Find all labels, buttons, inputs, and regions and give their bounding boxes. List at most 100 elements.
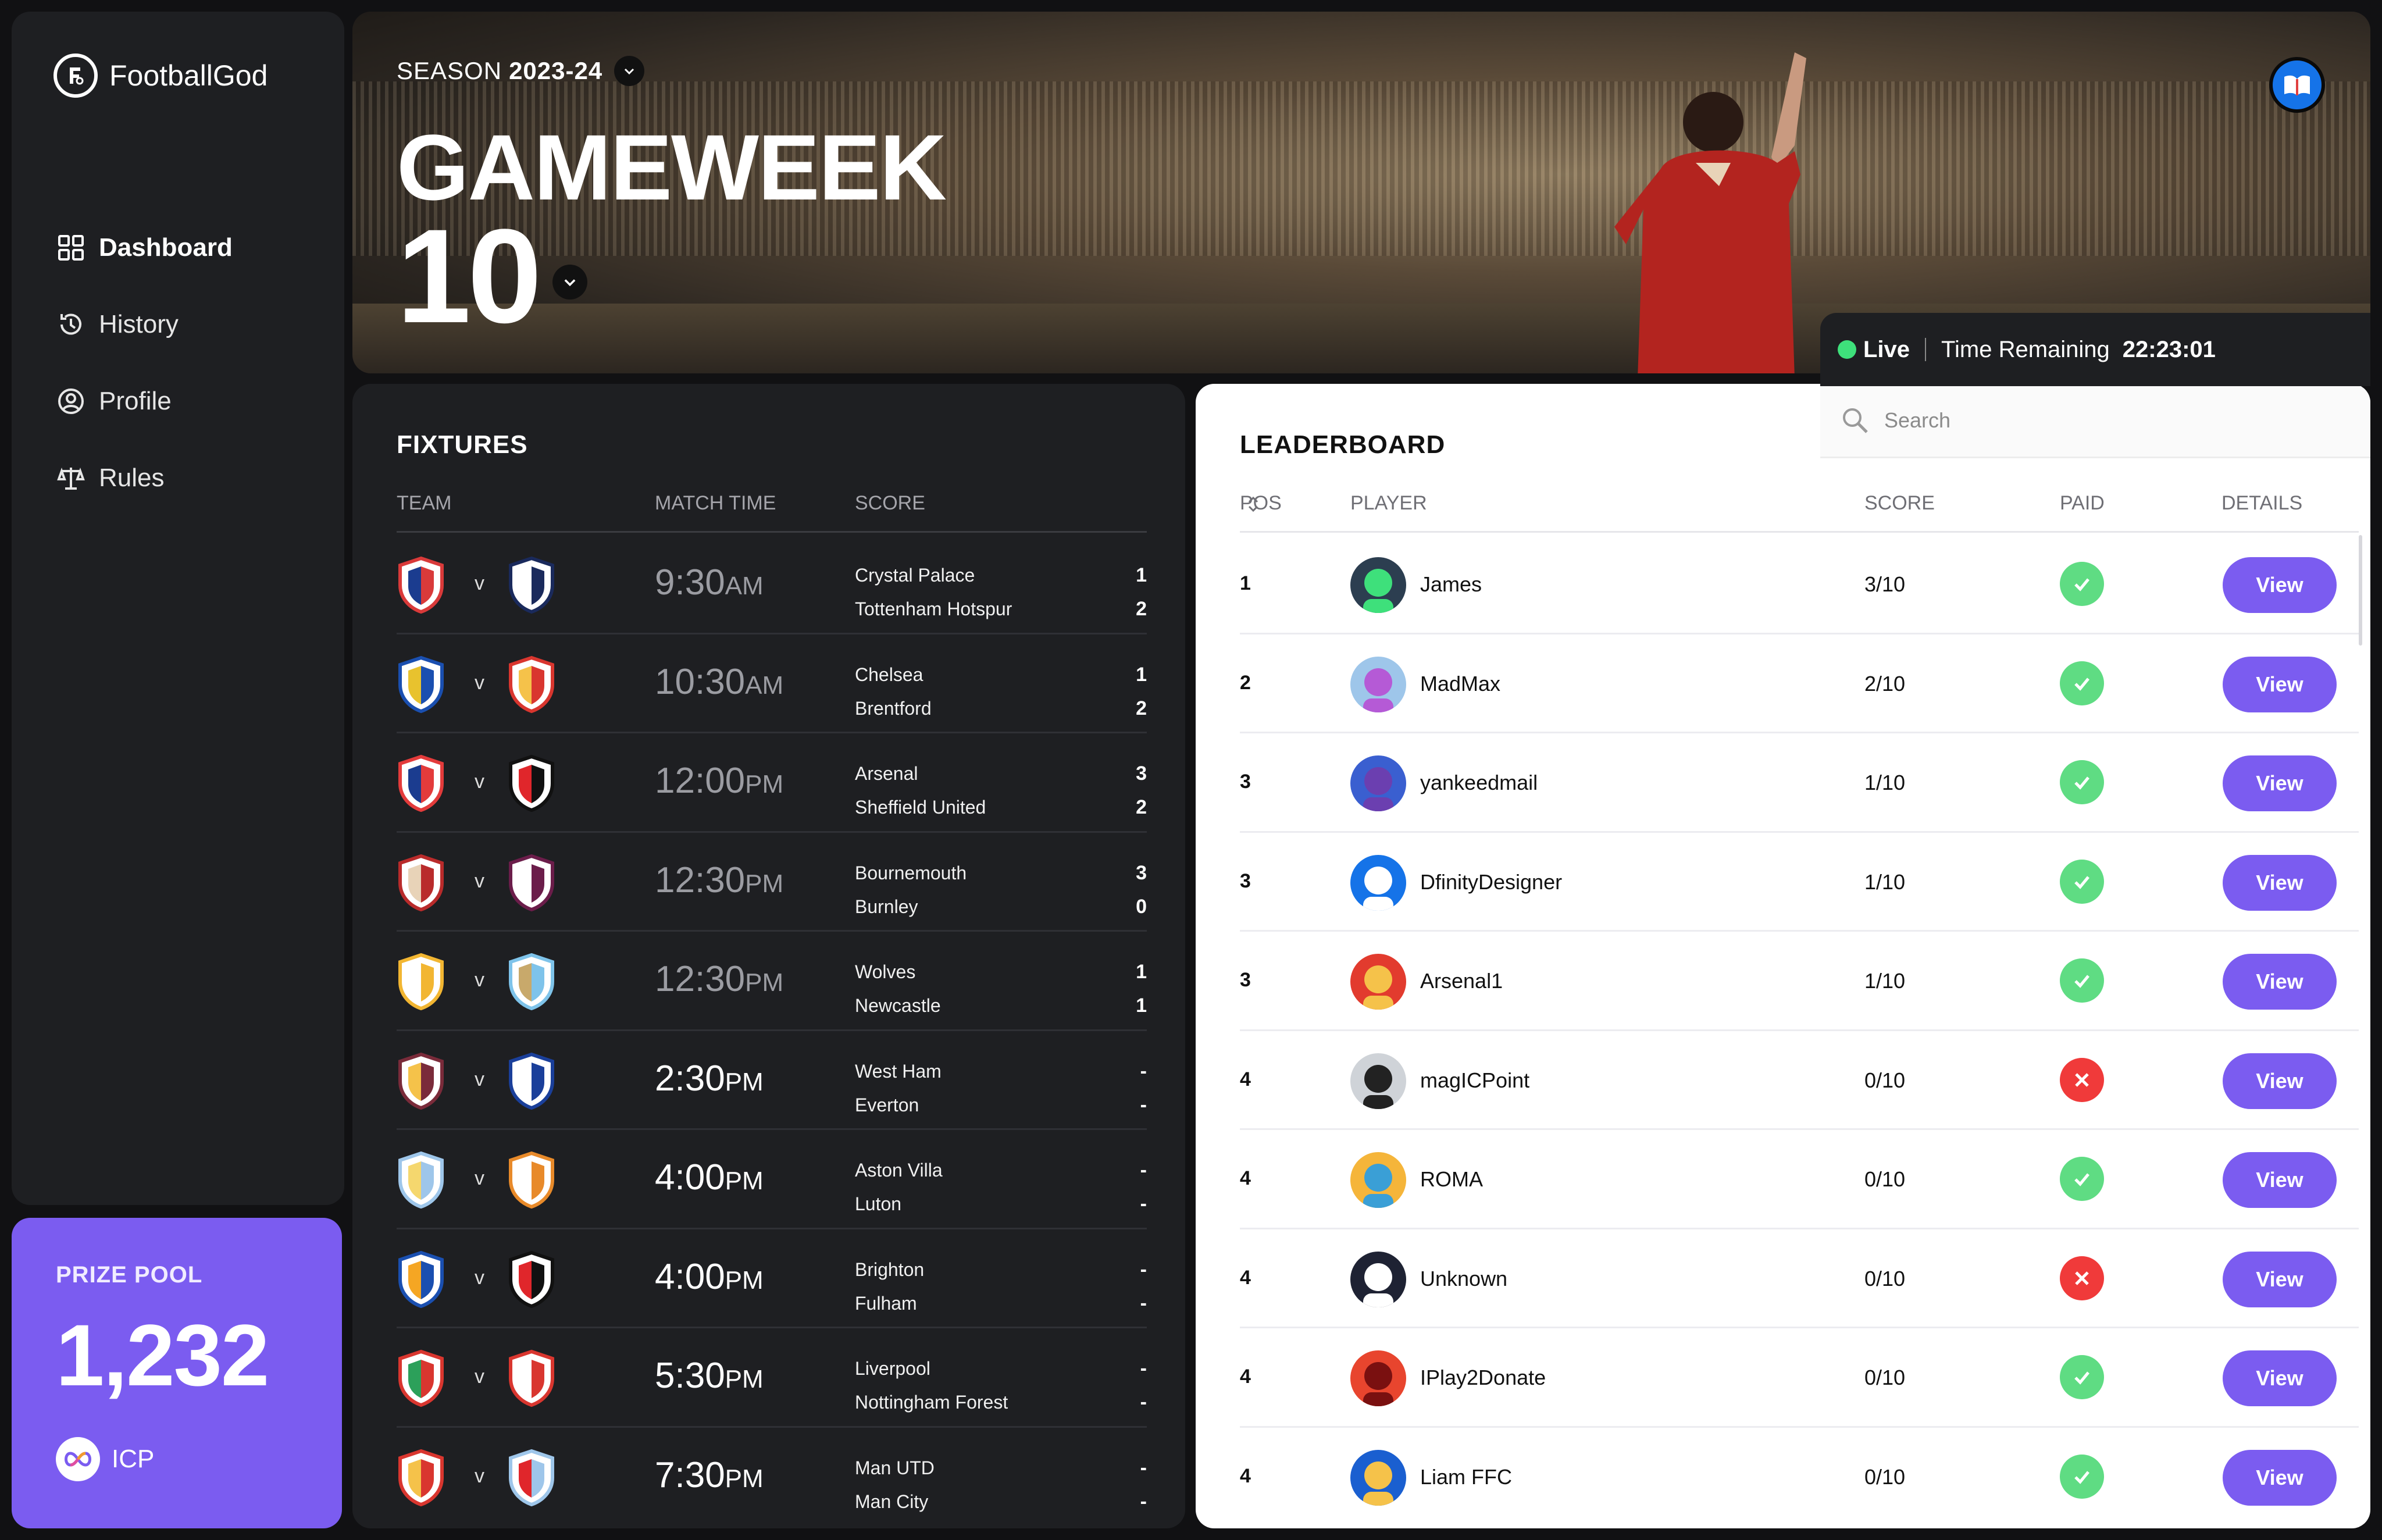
fixture-teams: Bournemouth Burnley: [855, 856, 967, 924]
dashboard-grid-icon: [56, 233, 86, 263]
sidebar-item-label: History: [99, 310, 179, 338]
player-avatar[interactable]: [1350, 1449, 1406, 1506]
search-bar[interactable]: Search: [1820, 384, 2370, 458]
match-time-ampm: PM: [725, 1265, 764, 1295]
player-score: 0/10: [1864, 1068, 1906, 1092]
leaderboard-row: 4 IPlay2Donate 0/10 View: [1240, 1328, 2359, 1428]
view-details-button[interactable]: View: [2223, 557, 2337, 613]
away-team-name: Everton: [855, 1094, 919, 1115]
versus-label: v: [475, 869, 484, 892]
sidebar-item-profile[interactable]: Profile: [56, 363, 233, 440]
player-avatar[interactable]: [1350, 1251, 1406, 1307]
match-time-value: 10:30: [655, 661, 746, 702]
match-time-value: 12:30: [655, 860, 746, 900]
season-selector[interactable]: SEASON 2023-24: [397, 56, 645, 86]
fixture-row[interactable]: v 4:00PM Aston Villa Luton - -: [397, 1130, 1147, 1229]
fixture-scores: --: [1140, 1054, 1147, 1122]
player-avatar[interactable]: [1350, 854, 1406, 911]
view-details-button[interactable]: View: [2223, 854, 2337, 911]
paid-check-icon: [2060, 1157, 2104, 1201]
away-score: -: [1140, 1193, 1147, 1215]
player-name[interactable]: Liam FFC: [1420, 1465, 1512, 1489]
prize-pool-card: PRIZE POOL 1,232 ICP: [12, 1218, 342, 1528]
player-avatar[interactable]: [1350, 755, 1406, 811]
sidebar: FootballGod Dashboard History Profile Ru…: [12, 12, 344, 1205]
player-name[interactable]: yankeedmail: [1420, 771, 1538, 795]
match-time-value: 5:30: [655, 1356, 725, 1396]
fixture-teams: Aston Villa Luton: [855, 1153, 943, 1221]
view-details-button[interactable]: View: [2223, 656, 2337, 712]
player-name[interactable]: James: [1420, 572, 1482, 597]
fixture-teams: Wolves Newcastle: [855, 955, 941, 1022]
fixture-row[interactable]: v 9:30AM Crystal Palace Tottenham Hotspur 1 2: [397, 535, 1147, 634]
versus-label: v: [475, 1167, 484, 1189]
home-team-badge-icon: [397, 1449, 445, 1507]
gameweek-chevron-down-icon[interactable]: [552, 265, 587, 300]
match-time-ampm: AM: [745, 671, 784, 700]
profile-icon: [56, 386, 86, 416]
home-score: 1: [1136, 961, 1147, 983]
fixtures-panel: FIXTURES TEAM MATCH TIME SCORE v 9:30AM Cr…: [352, 384, 1185, 1528]
player-name[interactable]: MadMax: [1420, 672, 1500, 696]
home-team-name: Crystal Palace: [855, 565, 975, 586]
fixture-row[interactable]: v 10:30AM Chelsea Brentford 1 2: [397, 634, 1147, 733]
player-name[interactable]: Arsenal1: [1420, 969, 1503, 993]
view-details-button[interactable]: View: [2223, 1251, 2337, 1307]
match-time-value: 4:00: [655, 1157, 725, 1197]
search-input[interactable]: Search: [1884, 408, 1950, 433]
home-score: 3: [1136, 861, 1147, 884]
sidebar-item-history[interactable]: History: [56, 286, 233, 363]
gameweek-selector[interactable]: 10: [397, 209, 587, 343]
fixture-scores: 11: [1136, 955, 1147, 1022]
fixture-row[interactable]: v 5:30PM Liverpool Nottingham Forest - -: [397, 1328, 1147, 1428]
fixture-row[interactable]: v 4:00PM Brighton Fulham - -: [397, 1229, 1147, 1328]
time-remaining-value: 22:23:01: [2122, 336, 2216, 362]
match-time: 7:30PM: [655, 1455, 764, 1496]
user-avatar[interactable]: [2269, 57, 2325, 113]
player-name[interactable]: DfinityDesigner: [1420, 870, 1562, 894]
player-avatar[interactable]: [1350, 557, 1406, 613]
leaderboard-scrollbar[interactable]: [2359, 535, 2362, 646]
player-avatar[interactable]: [1350, 1053, 1406, 1109]
leaderboard-row: 2 MadMax 2/10 View: [1240, 634, 2359, 733]
match-time: 2:30PM: [655, 1058, 764, 1099]
app-logo[interactable]: FootballGod: [54, 54, 268, 98]
header-details: DETAILS: [2221, 492, 2303, 514]
fixture-teams: Crystal Palace Tottenham Hotspur: [855, 558, 1012, 626]
fixture-row[interactable]: v 7:30PM Man UTD Man City - -: [397, 1428, 1147, 1527]
fixture-scores: 30: [1136, 856, 1147, 924]
leaderboard-row: 1 James 3/10 View: [1240, 535, 2359, 634]
away-score: -: [1140, 1093, 1147, 1116]
fixture-scores: --: [1140, 1153, 1147, 1221]
view-details-button[interactable]: View: [2223, 1350, 2337, 1406]
fixture-row[interactable]: v 12:00PM Arsenal Sheffield United 3 2: [397, 733, 1147, 833]
player-avatar[interactable]: [1350, 954, 1406, 1010]
home-team-name: West Ham: [855, 1060, 942, 1082]
player-avatar[interactable]: [1350, 1350, 1406, 1406]
sidebar-item-rules[interactable]: Rules: [56, 440, 233, 516]
view-details-button[interactable]: View: [2223, 1053, 2337, 1109]
fixtures-list: v 9:30AM Crystal Palace Tottenham Hotspur 1 2…: [397, 535, 1147, 1527]
view-details-button[interactable]: View: [2223, 755, 2337, 811]
away-score: 0: [1136, 895, 1147, 918]
header-pos[interactable]: POS: [1240, 492, 1282, 515]
player-avatar[interactable]: [1350, 1152, 1406, 1208]
player-name[interactable]: magICPoint: [1420, 1068, 1529, 1093]
fixture-teams: West Ham Everton: [855, 1054, 942, 1122]
view-details-button[interactable]: View: [2223, 954, 2337, 1010]
player-name[interactable]: IPlay2Donate: [1420, 1366, 1546, 1390]
fixture-row[interactable]: v 12:30PM Wolves Newcastle 1 1: [397, 932, 1147, 1031]
match-time: 5:30PM: [655, 1355, 764, 1396]
fixture-row[interactable]: v 12:30PM Bournemouth Burnley 3 0: [397, 833, 1147, 932]
season-value: 2023-24: [509, 57, 603, 84]
fixture-row[interactable]: v 2:30PM West Ham Everton - -: [397, 1031, 1147, 1130]
sidebar-item-dashboard[interactable]: Dashboard: [56, 209, 233, 286]
player-name[interactable]: ROMA: [1420, 1167, 1483, 1192]
view-details-button[interactable]: View: [2223, 1152, 2337, 1208]
player-name[interactable]: Unknown: [1420, 1267, 1507, 1291]
player-avatar[interactable]: [1350, 656, 1406, 712]
header-paid: PAID: [2060, 492, 2105, 514]
season-chevron-down-icon[interactable]: [614, 56, 645, 86]
home-team-name: Wolves: [855, 961, 916, 982]
view-details-button[interactable]: View: [2223, 1449, 2337, 1506]
